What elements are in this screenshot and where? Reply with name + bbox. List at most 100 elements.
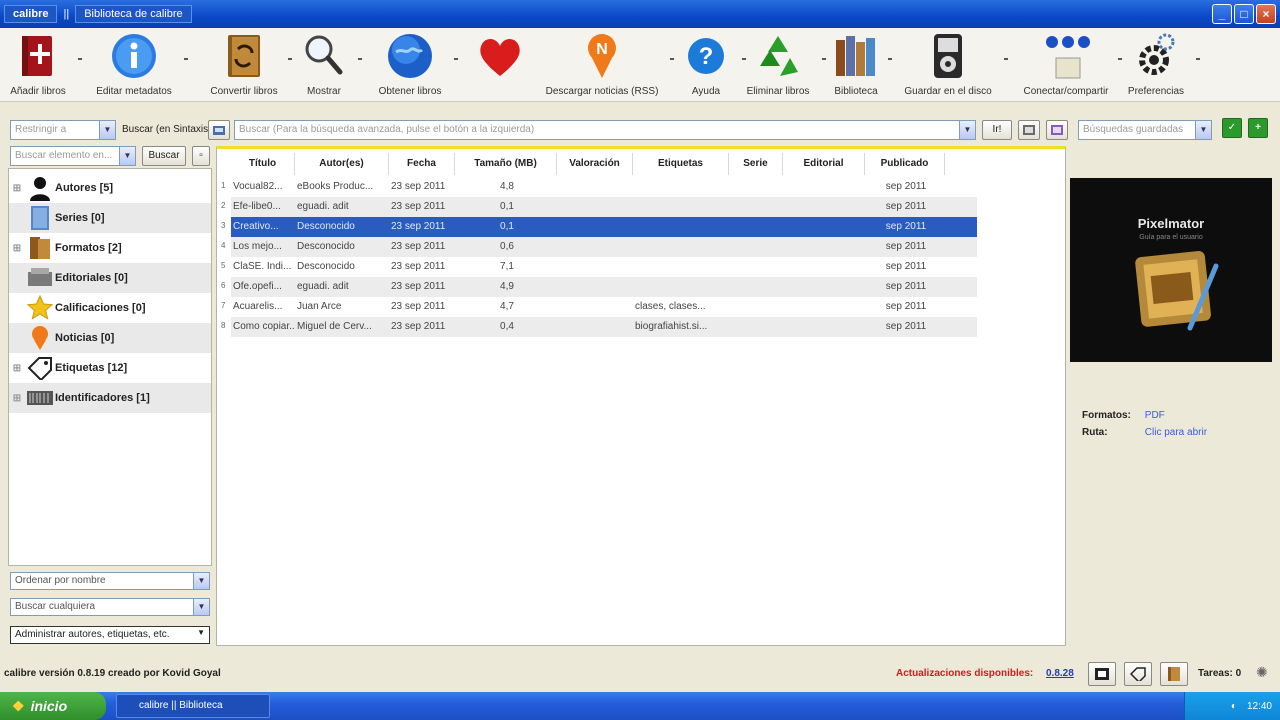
cover-browser-button[interactable] [1088, 662, 1116, 686]
column-header[interactable]: Fecha [389, 153, 455, 175]
highlight-button[interactable] [1046, 120, 1068, 140]
check-icon: ✓ [1227, 122, 1237, 133]
table-row[interactable]: ClaSE. Indi... Desconocido 23 sep 2011 7… [231, 257, 977, 277]
manage-button[interactable]: Administrar autores, etiquetas, etc. ▼ [10, 626, 210, 644]
svg-text:?: ? [699, 43, 714, 70]
book-details-toggle-button[interactable] [1160, 662, 1188, 686]
go-button[interactable]: Ir! [982, 120, 1012, 140]
table-row[interactable]: Vocual82... eBooks Produc... 23 sep 2011… [231, 177, 977, 197]
search-input-text: Buscar (Para la búsqueda avanzada, pulse… [239, 124, 535, 135]
tree-item-publishers[interactable]: Editoriales [0] [9, 263, 211, 293]
row-number: 6 [221, 281, 226, 290]
expand-icon[interactable]: ⊞ [9, 363, 25, 374]
svg-text:N: N [596, 41, 608, 58]
column-header[interactable]: Valoración [557, 153, 633, 175]
table-row-selected[interactable]: Creativo... Desconocido 23 sep 2011 0,1 … [231, 217, 977, 237]
tree-item-formats[interactable]: ⊞ Formatos [2] [9, 233, 211, 263]
match-text: Buscar cualquiera [15, 601, 96, 612]
table-row[interactable]: Efe-libe0... eguadi. adit 23 sep 2011 0,… [231, 197, 977, 217]
jobs-text[interactable]: Tareas: 0 [1198, 668, 1241, 679]
taskbar-item-calibre[interactable]: calibre || Biblioteca [116, 694, 270, 718]
news-icon [25, 325, 55, 351]
row-number: 2 [221, 201, 226, 210]
donate-button[interactable] [452, 32, 548, 86]
update-link[interactable]: 0.8.28 [1046, 668, 1074, 679]
title-separator: || [63, 8, 70, 20]
sort-by-select[interactable]: Ordenar por nombre ▼ [10, 572, 210, 590]
find-item-input[interactable]: Buscar elemento en... ▼ [10, 146, 136, 166]
formats-icon [25, 235, 55, 261]
version-text: calibre versión 0.8.19 creado por Kovid … [4, 668, 221, 679]
tag-browser-toggle-button[interactable] [1124, 662, 1152, 686]
table-row[interactable]: Ofe.opefi... eguadi. adit 23 sep 2011 4,… [231, 277, 977, 297]
connect-share-button[interactable]: Conectar/compartir [1018, 32, 1114, 97]
tree-item-identifiers[interactable]: ⊞ Identificadores [1] [9, 383, 211, 413]
get-books-label: Obtener libros [378, 86, 442, 97]
chevron-down-icon: ▼ [193, 599, 209, 615]
advanced-search-button[interactable] [208, 120, 230, 140]
title-bar: calibre || Biblioteca de calibre _ □ × [0, 0, 1280, 28]
view-button[interactable]: Mostrar [276, 32, 372, 97]
table-row[interactable]: Acuarelis... Juan Arce 23 sep 2011 4,7 c… [231, 297, 977, 317]
preferences-button[interactable]: Preferencias [1108, 32, 1204, 97]
path-link[interactable]: Clic para abrir [1145, 427, 1207, 438]
edit-metadata-button[interactable]: Editar metadatos [86, 32, 182, 97]
tree-item-tags[interactable]: ⊞ Etiquetas [12] [9, 353, 211, 383]
book-cover[interactable]: Pixelmator Guía para el usuario [1070, 178, 1272, 362]
series-icon [25, 205, 55, 231]
row-number: 4 [221, 241, 226, 250]
add-books-button[interactable]: Añadir libros [0, 32, 86, 97]
column-header[interactable]: Editorial [783, 153, 865, 175]
expand-icon[interactable]: ⊞ [9, 243, 25, 254]
save-to-disk-button[interactable]: Guardar en el disco [900, 32, 996, 97]
column-header[interactable]: Etiquetas [633, 153, 729, 175]
copy-search-button[interactable] [1018, 120, 1040, 140]
table-row[interactable]: Como copiar... Miguel de Cerv... 23 sep … [231, 317, 977, 337]
tree-item-authors[interactable]: ⊞ Autores [5] [9, 173, 211, 203]
minimize-button[interactable]: _ [1212, 4, 1232, 24]
magnifier-icon [300, 32, 348, 80]
table-row[interactable]: Los mejo... Desconocido 23 sep 2011 0,6 … [231, 237, 977, 257]
save-search-button[interactable]: ✓ [1222, 118, 1242, 138]
main-toolbar: Añadir libros Editar metadatos Convertir… [0, 28, 1280, 102]
formats-link[interactable]: PDF [1145, 410, 1165, 421]
tree-item-series[interactable]: Series [0] [9, 203, 211, 233]
fetch-news-button[interactable]: N Descargar noticias (RSS) [546, 32, 658, 97]
tree-item-label: Calificaciones [0] [55, 302, 146, 314]
expand-icon[interactable]: ⊞ [9, 183, 25, 194]
column-header[interactable]: Publicado [865, 153, 945, 175]
library-button[interactable]: Biblioteca [808, 32, 904, 97]
window-app-title: calibre [4, 5, 58, 23]
search-input[interactable]: Buscar (Para la búsqueda avanzada, pulse… [234, 120, 976, 140]
heart-icon [476, 32, 524, 80]
search-label: Buscar (en Sintaxis): [122, 124, 215, 135]
formats-label: Formatos: [1082, 410, 1131, 421]
recycle-icon [754, 32, 802, 80]
maximize-button[interactable]: □ [1234, 4, 1254, 24]
tree-item-label: Noticias [0] [55, 332, 115, 344]
column-header[interactable]: Título [231, 153, 295, 175]
close-button[interactable]: × [1256, 4, 1276, 24]
clock: 12:40 [1246, 700, 1272, 712]
get-books-button[interactable]: Obtener libros [362, 32, 458, 97]
saved-searches-select[interactable]: Búsquedas guardadas ▼ [1078, 120, 1212, 140]
start-button[interactable]: ❖ inicio [0, 692, 106, 720]
collapse-button[interactable]: ▫ [192, 146, 210, 166]
add-book-icon [14, 32, 62, 80]
restrict-to-select[interactable]: Restringir a ▼ [10, 120, 116, 140]
tree-item-news[interactable]: Noticias [0] [9, 323, 211, 353]
row-number: 5 [221, 261, 226, 270]
chevron-down-icon: ▼ [197, 628, 205, 637]
column-header[interactable]: Serie [729, 153, 783, 175]
column-header[interactable]: Autor(es) [295, 153, 389, 175]
tree-item-ratings[interactable]: Calificaciones [0] [9, 293, 211, 323]
save-to-disk-label: Guardar en el disco [904, 86, 992, 97]
taskbar-item-label: calibre || Biblioteca [139, 700, 223, 711]
expand-icon[interactable]: ⊞ [9, 393, 25, 404]
find-button[interactable]: Buscar [142, 146, 186, 166]
column-header[interactable]: Tamaño (MB) [455, 153, 557, 175]
tree-item-label: Autores [5] [55, 182, 114, 194]
delete-search-button[interactable]: + [1248, 118, 1268, 138]
match-select[interactable]: Buscar cualquiera ▼ [10, 598, 210, 616]
tag-browser: ⊞ Autores [5] Series [0] ⊞ Formatos [2] … [8, 168, 212, 566]
